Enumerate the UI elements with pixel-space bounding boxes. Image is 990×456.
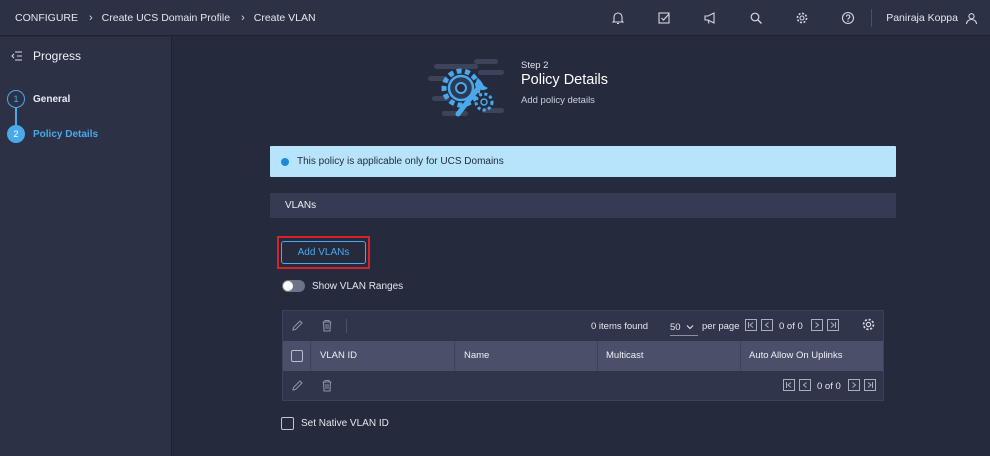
chevron-right-icon: ›: [89, 11, 93, 24]
step-indicator: Step 2: [521, 60, 549, 71]
table-settings-gear-icon[interactable]: [861, 317, 876, 332]
info-banner-text: This policy is applicable only for UCS D…: [297, 156, 504, 167]
megaphone-icon: [704, 12, 715, 24]
user-icon: [965, 12, 978, 24]
trash-icon[interactable]: [321, 319, 333, 332]
edit-icon[interactable]: [291, 319, 304, 332]
select-all-checkbox[interactable]: [291, 350, 303, 362]
chevron-down-icon: [686, 325, 693, 330]
notifications-button[interactable]: [595, 0, 641, 36]
set-native-vlan-id-checkbox[interactable]: [281, 417, 294, 430]
items-found-count: 0 items found: [591, 321, 649, 332]
vlans-section-header: VLANs: [270, 193, 896, 218]
info-banner: This policy is applicable only for UCS D…: [270, 146, 896, 177]
page-title: Policy Details: [521, 72, 609, 88]
progress-title: Progress: [33, 49, 82, 63]
add-vlans-button[interactable]: Add VLANs: [281, 241, 366, 264]
collapse-list-icon: [11, 51, 22, 61]
trash-icon[interactable]: [321, 379, 333, 392]
chevron-right-icon: [815, 322, 820, 328]
vlans-table: 0 items found 50 per page 0 of 0 VLAN ID…: [282, 310, 884, 401]
progress-sidebar: Progress 1 General 2 Policy Details: [0, 37, 172, 456]
last-page-button[interactable]: [827, 319, 839, 331]
per-page-select[interactable]: 50: [670, 319, 698, 336]
step-number: 2: [7, 125, 25, 143]
step-label: General: [33, 93, 71, 105]
chevron-left-icon: [764, 322, 769, 328]
show-vlan-ranges-label: Show VLAN Ranges: [312, 281, 404, 292]
last-page-icon: [867, 382, 873, 388]
toggle-knob: [283, 281, 293, 291]
chevron-right-icon: ›: [241, 11, 245, 24]
column-divider: [454, 341, 455, 371]
sidebar-step-general[interactable]: 1 General: [7, 90, 98, 108]
first-page-button[interactable]: [783, 379, 795, 391]
step-connector: [15, 108, 17, 125]
page-info: 0 of 0: [817, 381, 841, 392]
requests-button[interactable]: [641, 0, 687, 36]
settings-illustration-icon: [428, 59, 504, 117]
help-icon: [842, 11, 855, 25]
first-page-icon: [748, 322, 754, 328]
search-button[interactable]: [733, 0, 779, 36]
breadcrumb-configure[interactable]: CONFIGURE: [15, 12, 78, 24]
announcements-button[interactable]: [687, 0, 733, 36]
per-page-label: per page: [702, 321, 740, 332]
column-divider: [740, 341, 741, 371]
first-page-button[interactable]: [745, 319, 757, 331]
settings-button[interactable]: [779, 0, 825, 36]
column-divider: [597, 341, 598, 371]
last-page-button[interactable]: [864, 379, 876, 391]
per-page-value: 50: [670, 321, 681, 333]
show-vlan-ranges-toggle[interactable]: [282, 280, 305, 292]
table-toolbar: 0 items found 50 per page 0 of 0: [283, 311, 883, 341]
column-header-name[interactable]: Name: [464, 350, 489, 361]
help-button[interactable]: [825, 0, 871, 36]
chevron-right-icon: [852, 382, 857, 388]
prev-page-button[interactable]: [761, 319, 773, 331]
top-bar: CONFIGURE › Create UCS Domain Profile › …: [0, 0, 990, 36]
chevron-left-icon: [802, 382, 807, 388]
column-header-auto-allow-on-uplinks[interactable]: Auto Allow On Uplinks: [749, 350, 842, 361]
breadcrumb-create-vlan: Create VLAN: [253, 11, 316, 24]
prev-page-button[interactable]: [799, 379, 811, 391]
user-name: Paniraja Koppa: [886, 12, 958, 24]
first-page-icon: [786, 382, 792, 388]
search-icon: [750, 12, 763, 24]
divider: [346, 319, 347, 333]
column-header-multicast[interactable]: Multicast: [606, 350, 643, 361]
checklist-icon: [658, 12, 670, 24]
column-divider: [310, 341, 311, 371]
step-number: 1: [7, 90, 25, 108]
breadcrumb: CONFIGURE › Create UCS Domain Profile › …: [0, 12, 316, 24]
step-label: Policy Details: [33, 128, 99, 140]
page-subtitle: Add policy details: [521, 95, 595, 106]
bell-icon: [611, 12, 625, 25]
user-menu[interactable]: Paniraja Koppa: [872, 12, 990, 25]
set-native-vlan-id-label: Set Native VLAN ID: [301, 418, 389, 429]
page-info: 0 of 0: [779, 321, 803, 332]
section-title: VLANs: [285, 200, 317, 211]
last-page-icon: [830, 322, 836, 328]
gear-icon: [796, 12, 808, 24]
progress-header[interactable]: Progress: [0, 37, 171, 63]
sidebar-step-policy-details[interactable]: 2 Policy Details: [7, 125, 98, 143]
next-page-button[interactable]: [848, 379, 860, 391]
table-footer: 0 of 0: [283, 371, 883, 401]
edit-icon[interactable]: [291, 379, 304, 392]
info-icon: [281, 157, 289, 166]
table-header-row: VLAN ID Name Multicast Auto Allow On Upl…: [283, 341, 883, 371]
breadcrumb-create-ucs-domain-profile[interactable]: Create UCS Domain Profile: [102, 12, 230, 24]
next-page-button[interactable]: [811, 319, 823, 331]
column-header-vlan-id[interactable]: VLAN ID: [320, 350, 357, 361]
